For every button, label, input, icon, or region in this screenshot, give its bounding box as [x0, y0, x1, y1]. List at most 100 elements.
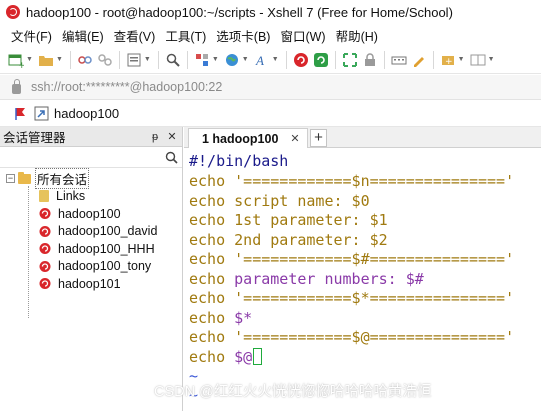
- terminal-keyword: echo: [189, 328, 226, 346]
- session-icon: [39, 208, 51, 220]
- terminal-keyword: echo: [189, 191, 226, 210]
- menu-edit[interactable]: 编辑(E): [57, 26, 109, 45]
- svg-text:A: A: [255, 53, 264, 68]
- session-icon: [39, 243, 51, 255]
- properties-dropdown-icon[interactable]: ▼: [144, 56, 151, 63]
- toolbar-separator: [186, 50, 188, 69]
- connect-icon[interactable]: [77, 52, 93, 68]
- xshell-icon[interactable]: [293, 52, 309, 68]
- menu-tab[interactable]: 选项卡(B): [211, 26, 275, 45]
- terminal-line: echo script name: $0: [189, 192, 370, 210]
- session-icon: [39, 225, 51, 237]
- toolbar-separator: [157, 50, 159, 69]
- menu-help[interactable]: 帮助(H): [331, 26, 383, 45]
- search-icon[interactable]: [165, 151, 178, 164]
- transfer-dropdown-icon[interactable]: ▼: [212, 56, 219, 63]
- padlock-icon: [12, 78, 21, 94]
- toolbar-separator: [383, 50, 385, 69]
- menu-bar: 文件(F) 编辑(E) 查看(V) 工具(T) 选项卡(B) 窗口(W) 帮助(…: [0, 24, 541, 46]
- tree-item-label: hadoop100_tony: [58, 259, 152, 274]
- find-icon[interactable]: [165, 52, 181, 68]
- session-bar: hadoop100: [0, 101, 541, 127]
- terminal-keyword: echo: [189, 172, 226, 190]
- tab-label: 1 hadoop100: [202, 131, 279, 146]
- watermark: CSDN @红红火火恍恍惚惚哈哈哈哈黄浩恒: [154, 384, 432, 400]
- terminal-line: echo '============$n===============': [189, 172, 514, 190]
- session-icon: [39, 260, 51, 272]
- terminal-keyword: echo: [189, 269, 226, 288]
- font-dropdown-icon[interactable]: ▼: [272, 56, 279, 63]
- session-link-icon: [34, 106, 49, 120]
- terminal-keyword: echo: [189, 211, 226, 229]
- terminal-line: echo '============$*===============': [189, 289, 514, 307]
- address-text[interactable]: ssh://root:*********@hadoop100:22: [31, 80, 222, 94]
- transfer-icon[interactable]: [194, 52, 210, 68]
- disconnect-icon[interactable]: [97, 52, 113, 68]
- tab-close-icon[interactable]: ✕: [290, 132, 299, 145]
- lock-icon[interactable]: [362, 52, 378, 68]
- layout-dropdown-icon[interactable]: ▼: [488, 56, 495, 63]
- tree-item-label: hadoop101: [58, 276, 121, 291]
- compose-dropdown-icon[interactable]: ▼: [458, 56, 465, 63]
- layout-icon[interactable]: [470, 52, 486, 68]
- menu-view[interactable]: 查看(V): [109, 26, 161, 45]
- tree-item-label: hadoop100_HHH: [58, 241, 155, 256]
- terminal-string: script name: $0: [234, 191, 370, 210]
- highlight-icon[interactable]: [411, 52, 427, 68]
- session-tree: − 所有会话 Links hadoop100 hadoop100_david h…: [0, 168, 182, 318]
- terminal-keyword: echo: [189, 289, 226, 307]
- compose-icon[interactable]: +: [440, 52, 456, 68]
- keyboard-icon[interactable]: [391, 52, 407, 68]
- terminal-string: '============$*===============': [234, 289, 515, 307]
- terminal-string: 1st parameter: $1: [234, 211, 388, 229]
- open-dropdown-icon[interactable]: ▼: [56, 56, 63, 63]
- session-bar-name[interactable]: hadoop100: [54, 106, 119, 121]
- globe-dropdown-icon[interactable]: ▼: [242, 56, 249, 63]
- terminal-line: echo 2nd parameter: $2: [189, 231, 388, 249]
- menu-tools[interactable]: 工具(T): [160, 26, 211, 45]
- xftp-icon[interactable]: [313, 52, 329, 68]
- address-bar[interactable]: ssh://root:*********@hadoop100:22: [0, 75, 541, 100]
- tab-bar: 1 hadoop100 ✕ +: [184, 127, 541, 148]
- new-session-icon[interactable]: +: [8, 52, 26, 71]
- session-manager-pane: 会话管理器 ᵽ ✕ − 所有会话 Links hadoop100 hadoop1…: [0, 127, 183, 411]
- toolbar-separator: [334, 50, 336, 69]
- terminal-string: '============$#===============': [234, 250, 515, 268]
- tab-hadoop100[interactable]: 1 hadoop100 ✕: [188, 128, 308, 148]
- tree-connector: [28, 186, 29, 318]
- terminal-keyword: echo: [189, 230, 226, 249]
- tree-item-all-sessions[interactable]: − 所有会话: [0, 168, 182, 190]
- terminal-line: echo 1st parameter: $1: [189, 211, 388, 229]
- terminal-line: echo '============$@===============': [189, 328, 514, 346]
- terminal-view[interactable]: #!/bin/bash echo '============$n========…: [184, 149, 541, 411]
- font-icon[interactable]: A: [254, 52, 270, 68]
- toolbar-separator: [118, 50, 120, 69]
- folder-icon: [18, 171, 31, 184]
- terminal-string: '============$@===============': [234, 328, 515, 346]
- close-icon[interactable]: ✕: [165, 130, 179, 143]
- terminal-string: parameter numbers: $#: [234, 269, 424, 288]
- session-search-row[interactable]: [0, 147, 182, 168]
- tree-item-label: hadoop100_david: [58, 224, 158, 239]
- new-session-dropdown-icon[interactable]: ▼: [26, 56, 33, 63]
- globe-icon[interactable]: [224, 52, 240, 68]
- fullscreen-icon[interactable]: [342, 52, 358, 68]
- menu-file[interactable]: 文件(F): [6, 26, 57, 45]
- folder-icon: [39, 190, 49, 203]
- session-icon: [39, 278, 51, 290]
- menu-window[interactable]: 窗口(W): [275, 26, 330, 45]
- toolbar-separator: [285, 50, 287, 69]
- new-tab-button[interactable]: +: [310, 129, 327, 147]
- terminal-line: echo $*: [189, 309, 252, 327]
- collapse-toggle-icon[interactable]: −: [6, 174, 15, 184]
- properties-icon[interactable]: [126, 52, 142, 68]
- terminal-string: $@: [234, 347, 253, 366]
- toolbar-separator: [69, 50, 71, 69]
- terminal-keyword: echo: [189, 308, 226, 327]
- svg-text:+: +: [445, 57, 453, 67]
- bookmark-flag-icon[interactable]: [14, 107, 28, 121]
- open-folder-icon[interactable]: [38, 52, 54, 68]
- pin-icon[interactable]: ᵽ: [148, 131, 162, 143]
- terminal-line: echo $@: [189, 347, 263, 366]
- tree-item-label: hadoop100: [58, 206, 121, 221]
